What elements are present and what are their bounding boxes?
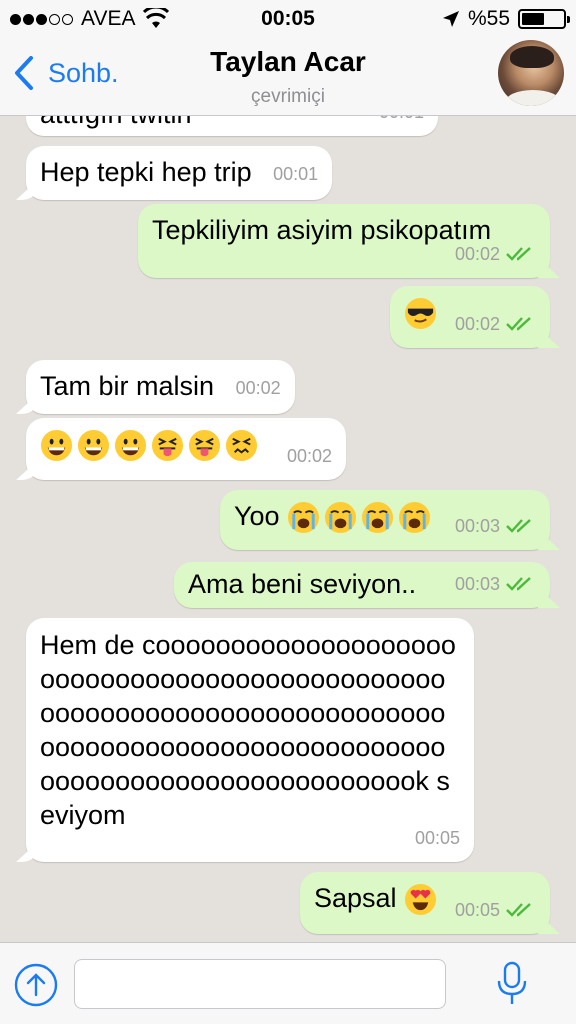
- message-time: 00:05: [414, 828, 460, 848]
- message-time: 00:02: [454, 314, 500, 334]
- message-text: Hem de coooooooooooooooooooooooooooooooo…: [40, 630, 456, 830]
- message-time: 00:02: [286, 446, 332, 466]
- message-text: atttığın twitin: [40, 116, 192, 129]
- nav-bar: Sohb. Taylan Acar çevrimiçi: [0, 40, 576, 116]
- emoji-row: [404, 297, 437, 330]
- double-check-icon: [506, 577, 531, 591]
- contact-name[interactable]: Taylan Acar: [0, 46, 576, 78]
- confounded-face-icon: [225, 430, 258, 462]
- grinning-face-icon: [77, 430, 110, 462]
- message-time: 00:01: [379, 116, 424, 128]
- double-check-icon: [506, 247, 531, 261]
- heart-eyes-face-icon: [405, 884, 437, 916]
- status-right: %55: [442, 7, 570, 31]
- grinning-face-icon: [114, 430, 147, 462]
- double-check-icon: [506, 903, 531, 917]
- input-bar: [0, 942, 576, 1024]
- message-incoming[interactable]: Hep tepki hep trip 00:01: [26, 146, 333, 200]
- message-outgoing[interactable]: Yoo 00:03: [220, 490, 550, 550]
- battery-level-fill: [522, 13, 544, 25]
- battery-percent: %55: [467, 7, 510, 30]
- microphone-icon[interactable]: [494, 961, 530, 1007]
- message-incoming[interactable]: 00:02: [26, 418, 346, 480]
- message-outgoing[interactable]: Ama beni seviyon.. 00:03: [174, 562, 550, 608]
- message-text: Tam bir malsin: [40, 371, 215, 401]
- message-input[interactable]: [74, 959, 446, 1009]
- message-time: 00:02: [235, 377, 281, 398]
- message-time: 00:02: [454, 244, 500, 264]
- message-text: Hep tepki hep trip: [40, 157, 252, 187]
- message-time: 00:05: [454, 900, 500, 920]
- sunglasses-face-icon: [404, 298, 437, 330]
- squinting-tongue-face-icon: [188, 430, 221, 462]
- crying-face-icon: [325, 502, 357, 534]
- message-outgoing[interactable]: 00:02: [390, 286, 550, 348]
- message-outgoing[interactable]: Tepkiliyim asiyim psikopatım 00:02: [138, 204, 550, 278]
- avatar[interactable]: [498, 40, 564, 106]
- share-upload-icon[interactable]: [14, 963, 58, 1007]
- emoji-row: [287, 501, 431, 534]
- status-bar: AVEA 00:05 %55: [0, 0, 576, 40]
- battery-icon: [518, 9, 570, 29]
- chat-area[interactable]: atttığın twitin 00:01 Hep tepki hep trip…: [0, 116, 576, 942]
- crying-face-icon: [362, 502, 394, 534]
- contact-status: çevrimiçi: [251, 86, 325, 107]
- crying-face-icon: [399, 502, 431, 534]
- squinting-tongue-face-icon: [151, 430, 184, 462]
- message-time: 00:03: [454, 574, 500, 594]
- emoji-row: [40, 429, 258, 462]
- message-outgoing[interactable]: Sapsal 00:05: [300, 872, 550, 934]
- message-incoming[interactable]: Hem de coooooooooooooooooooooooooooooooo…: [26, 618, 474, 862]
- message-time: 00:01: [273, 163, 319, 184]
- message-incoming[interactable]: atttığın twitin 00:01: [26, 116, 438, 136]
- message-text: Ama beni seviyon..: [188, 569, 417, 599]
- crying-face-icon: [288, 502, 320, 534]
- location-arrow-icon: [442, 11, 459, 27]
- message-time: 00:03: [454, 516, 500, 536]
- grinning-face-icon: [40, 430, 73, 462]
- message-text: Sapsal: [314, 883, 397, 913]
- double-check-icon: [506, 317, 531, 331]
- message-text: Yoo: [234, 501, 280, 531]
- message-incoming[interactable]: Tam bir malsin 00:02: [26, 360, 295, 414]
- double-check-icon: [506, 519, 531, 533]
